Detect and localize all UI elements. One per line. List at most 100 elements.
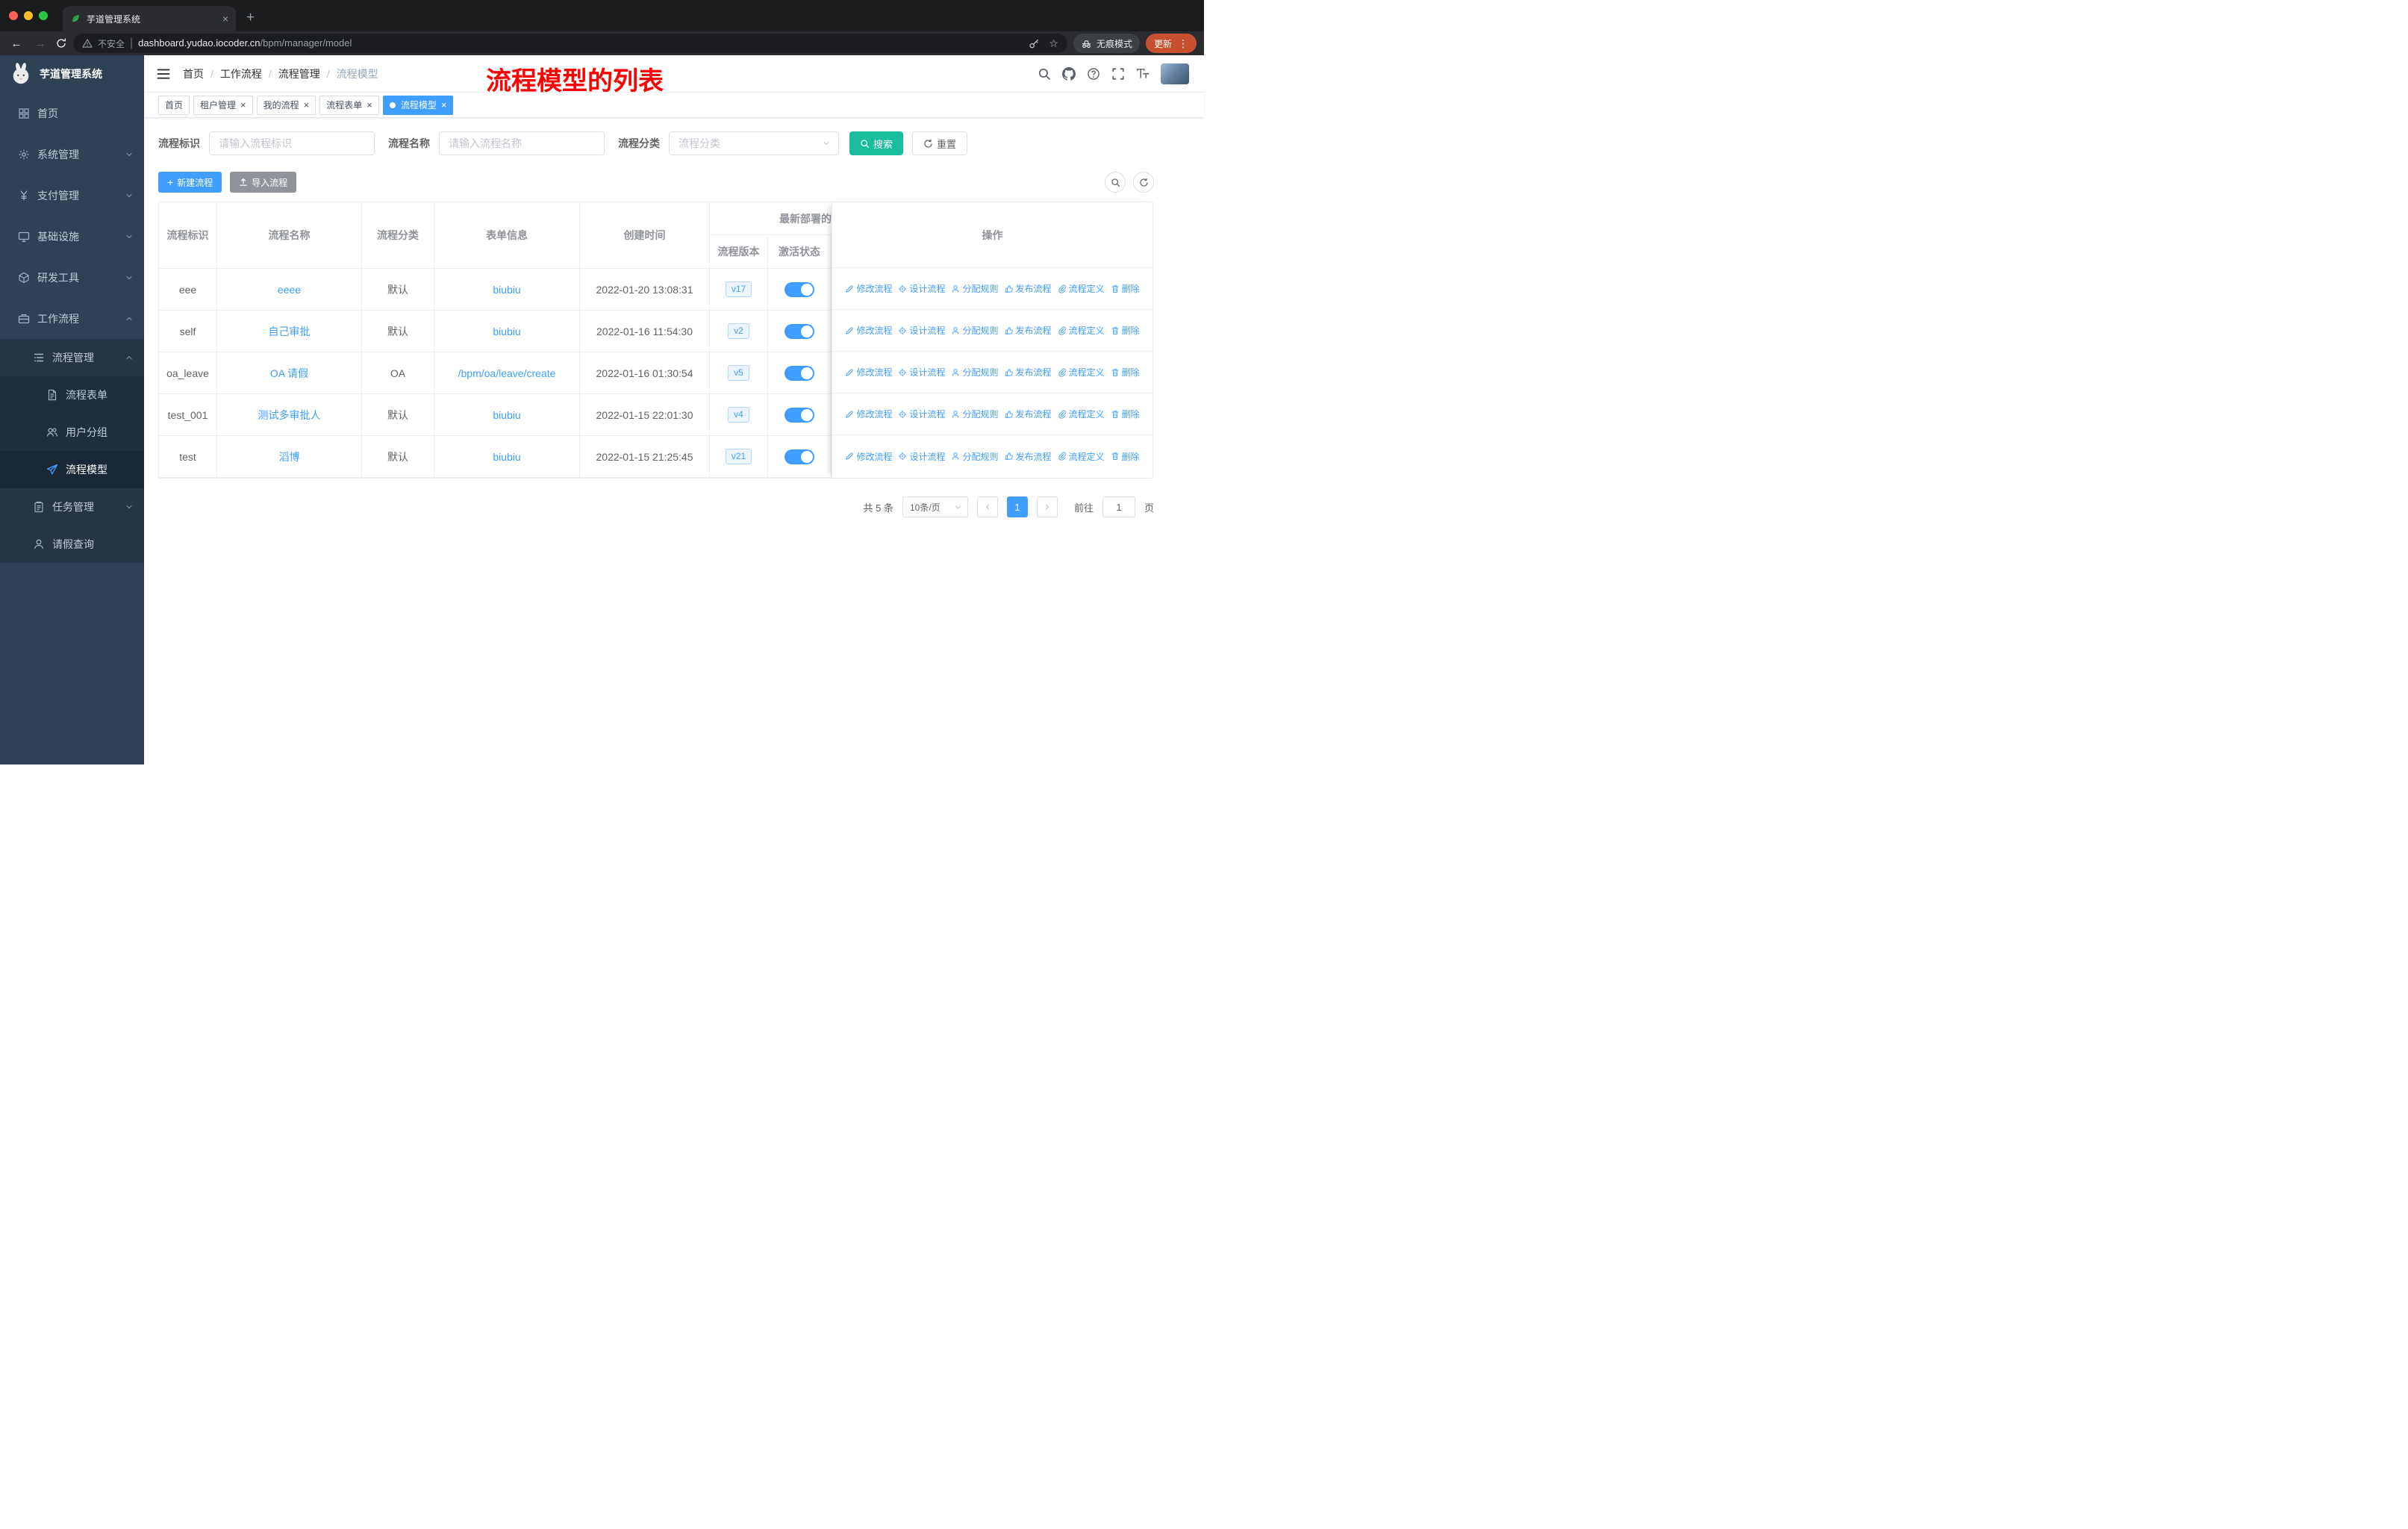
action-edit-process[interactable]: 修改流程 <box>845 408 892 420</box>
sidebar-item-process-management[interactable]: 流程管理 <box>0 339 144 376</box>
action-assign-rule[interactable]: 分配规则 <box>951 366 999 379</box>
action-assign-rule[interactable]: 分配规则 <box>951 282 999 295</box>
toggle-search-button[interactable] <box>1105 172 1126 193</box>
app-logo[interactable]: 芋道管理系统 <box>0 55 144 93</box>
tag-close-icon[interactable]: × <box>240 100 246 110</box>
action-publish-process[interactable]: 发布流程 <box>1005 282 1052 295</box>
forward-icon[interactable]: → <box>31 37 49 50</box>
tag-process-form[interactable]: 流程表单 × <box>319 95 379 115</box>
sidebar-collapse-icon[interactable] <box>156 66 171 81</box>
action-process-definition[interactable]: 流程定义 <box>1058 282 1105 295</box>
active-toggle[interactable] <box>785 323 814 339</box>
font-size-icon[interactable] <box>1136 67 1150 81</box>
tag-close-icon[interactable]: × <box>366 100 372 110</box>
new-tab-button[interactable]: + <box>246 10 255 26</box>
action-assign-rule[interactable]: 分配规则 <box>951 450 999 463</box>
active-toggle[interactable] <box>785 449 814 464</box>
reset-button[interactable]: 重置 <box>912 131 968 155</box>
action-publish-process[interactable]: 发布流程 <box>1005 324 1052 337</box>
active-toggle[interactable] <box>785 365 814 381</box>
action-delete-process[interactable]: 删除 <box>1111 324 1140 337</box>
next-page-button[interactable] <box>1036 496 1058 517</box>
action-edit-process[interactable]: 修改流程 <box>845 450 892 463</box>
bookmark-star-icon[interactable]: ☆ <box>1049 37 1058 50</box>
active-toggle[interactable] <box>785 281 814 297</box>
refresh-table-button[interactable] <box>1133 172 1154 193</box>
chrome-update-button[interactable]: 更新 ⋮ <box>1145 34 1197 53</box>
action-edit-process[interactable]: 修改流程 <box>845 282 892 295</box>
action-assign-rule[interactable]: 分配规则 <box>951 408 999 420</box>
form-info-link[interactable]: biubiu <box>493 451 520 463</box>
tag-close-icon[interactable]: × <box>304 100 310 110</box>
tag-my-process[interactable]: 我的流程 × <box>256 95 316 115</box>
sidebar-item-home[interactable]: 首页 <box>0 93 144 134</box>
password-key-icon[interactable] <box>1029 38 1040 49</box>
process-name-link[interactable]: eeee <box>278 284 301 296</box>
goto-page-input[interactable] <box>1102 496 1135 517</box>
sidebar-item-task-management[interactable]: 任务管理 <box>0 488 144 526</box>
action-edit-process[interactable]: 修改流程 <box>845 366 892 379</box>
window-minimize-button[interactable] <box>24 11 33 20</box>
action-process-definition[interactable]: 流程定义 <box>1058 366 1105 379</box>
tag-close-icon[interactable]: × <box>441 100 447 110</box>
sidebar-item-leave-query[interactable]: 请假查询 <box>0 526 144 563</box>
fullscreen-icon[interactable] <box>1111 67 1125 81</box>
process-key-input[interactable] <box>209 131 375 155</box>
create-process-button[interactable]: + 新建流程 <box>158 172 222 193</box>
sidebar-item-process-model[interactable]: 流程模型 <box>0 451 144 488</box>
user-avatar[interactable] <box>1161 63 1189 84</box>
breadcrumb-workflow[interactable]: 工作流程 <box>220 66 262 81</box>
process-name-link[interactable]: 测试多审批人 <box>258 408 321 423</box>
process-name-link[interactable]: OA 请假 <box>270 366 308 381</box>
action-process-definition[interactable]: 流程定义 <box>1058 408 1105 420</box>
github-icon[interactable] <box>1062 67 1076 81</box>
action-delete-process[interactable]: 删除 <box>1111 408 1140 420</box>
breadcrumb-process-management[interactable]: 流程管理 <box>278 66 320 81</box>
sidebar-item-user-group[interactable]: 用户分组 <box>0 414 144 451</box>
window-close-button[interactable] <box>9 11 18 20</box>
help-icon[interactable] <box>1087 67 1100 81</box>
action-publish-process[interactable]: 发布流程 <box>1005 366 1052 379</box>
action-edit-process[interactable]: 修改流程 <box>845 324 892 337</box>
process-name-link[interactable]: 自己审批 <box>269 324 311 339</box>
sidebar-item-system[interactable]: 系统管理 <box>0 134 144 175</box>
address-bar[interactable]: 不安全 | dashboard.yudao.iocoder.cn/bpm/man… <box>73 34 1067 53</box>
sidebar-item-payment[interactable]: 支付管理 <box>0 175 144 216</box>
action-publish-process[interactable]: 发布流程 <box>1005 408 1052 420</box>
import-process-button[interactable]: 导入流程 <box>230 172 297 193</box>
browser-tab[interactable]: 芋道管理系统 × <box>63 6 236 31</box>
tag-home[interactable]: 首页 <box>158 95 190 115</box>
sidebar-item-devtools[interactable]: 研发工具 <box>0 257 144 298</box>
action-process-definition[interactable]: 流程定义 <box>1058 450 1105 463</box>
action-design-process[interactable]: 设计流程 <box>898 408 945 420</box>
window-zoom-button[interactable] <box>39 11 48 20</box>
active-toggle[interactable] <box>785 407 814 423</box>
action-design-process[interactable]: 设计流程 <box>898 366 945 379</box>
sidebar-item-workflow[interactable]: 工作流程 <box>0 298 144 339</box>
form-info-link[interactable]: biubiu <box>493 409 520 421</box>
process-name-input[interactable] <box>439 131 605 155</box>
tag-process-model[interactable]: 流程模型 × <box>382 95 454 115</box>
form-info-link[interactable]: biubiu <box>493 326 520 337</box>
action-design-process[interactable]: 设计流程 <box>898 282 945 295</box>
tab-close-icon[interactable]: × <box>222 13 228 24</box>
action-design-process[interactable]: 设计流程 <box>898 324 945 337</box>
process-name-link[interactable]: 滔博 <box>279 449 300 464</box>
breadcrumb-home[interactable]: 首页 <box>183 66 204 81</box>
action-delete-process[interactable]: 删除 <box>1111 282 1140 295</box>
action-delete-process[interactable]: 删除 <box>1111 366 1140 379</box>
reload-icon[interactable] <box>55 37 67 49</box>
sidebar-item-process-form[interactable]: 流程表单 <box>0 376 144 414</box>
action-design-process[interactable]: 设计流程 <box>898 450 945 463</box>
current-page-button[interactable]: 1 <box>1006 496 1028 517</box>
form-info-link[interactable]: /bpm/oa/leave/create <box>458 367 556 379</box>
form-info-link[interactable]: biubiu <box>493 284 520 296</box>
tag-tenant[interactable]: 租户管理 × <box>193 95 253 115</box>
sidebar-item-infrastructure[interactable]: 基础设施 <box>0 216 144 257</box>
browser-menu-icon[interactable]: ⋮ <box>1178 37 1188 50</box>
search-button[interactable]: 搜索 <box>849 131 904 155</box>
action-assign-rule[interactable]: 分配规则 <box>951 324 999 337</box>
action-publish-process[interactable]: 发布流程 <box>1005 450 1052 463</box>
action-delete-process[interactable]: 删除 <box>1111 450 1140 463</box>
prev-page-button[interactable] <box>976 496 998 517</box>
